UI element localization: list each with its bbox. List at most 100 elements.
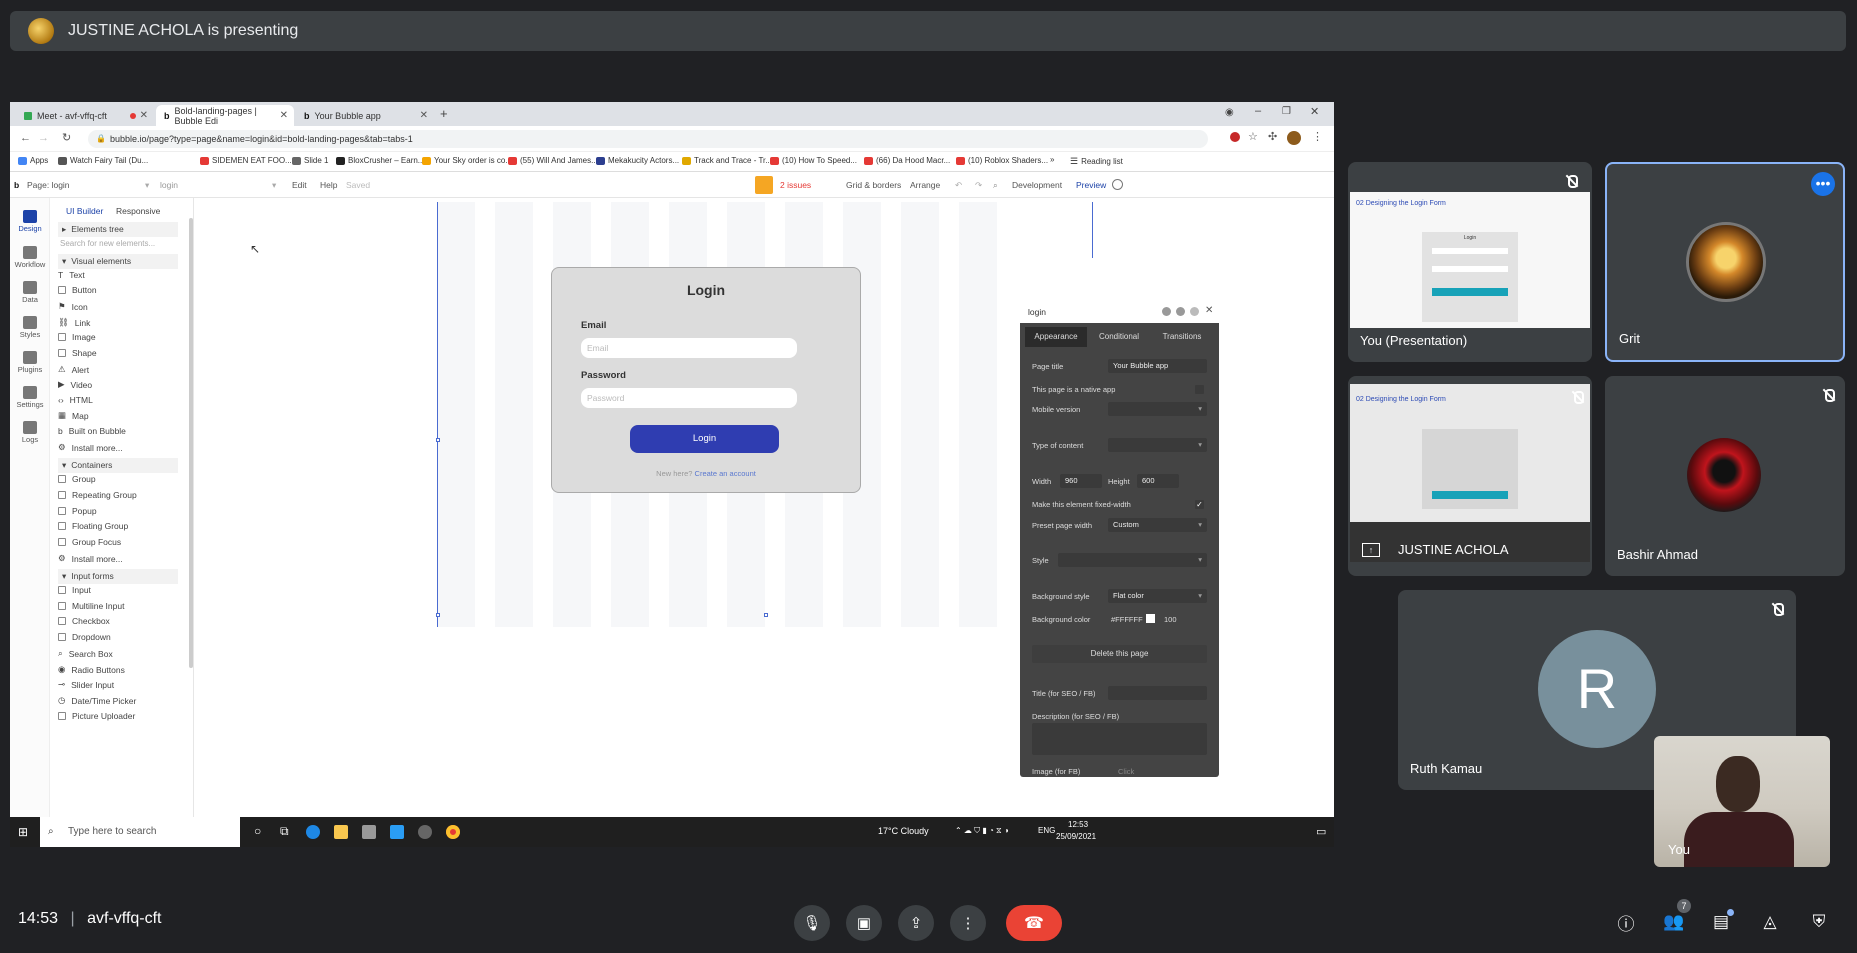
close-icon[interactable]: ✕ [140, 110, 148, 121]
microphone-button[interactable]: 🎙 [794, 905, 830, 941]
preset-width-dropdown[interactable]: Custom ▾ [1108, 518, 1207, 532]
bookmark-item[interactable]: (55) Will And James... [508, 156, 598, 165]
palette-item-install-more[interactable]: ⚙ Install more... [58, 442, 123, 453]
palette-item-slider-input[interactable]: ⊸ Slider Input [58, 679, 114, 690]
image-fb-upload[interactable]: Click [1118, 767, 1134, 776]
more-options-button[interactable]: ⋮ [950, 905, 986, 941]
palette-item-input[interactable]: Input [58, 585, 91, 595]
palette-item-link[interactable]: ⛓ Link [58, 317, 90, 328]
tab-responsive[interactable]: Responsive [116, 206, 160, 216]
bookmark-item[interactable]: BloxCrusher – Earn... [336, 156, 424, 165]
palette-item-dropdown[interactable]: Dropdown [58, 632, 111, 642]
tab-ui-builder[interactable]: UI Builder [66, 206, 103, 216]
containers-section[interactable]: ▾ Containers [58, 458, 178, 473]
tool-workflow[interactable]: Workflow [10, 246, 50, 269]
close-icon[interactable]: ✕ [280, 110, 288, 121]
palette-item-image[interactable]: Image [58, 332, 96, 342]
redo-icon[interactable]: ↷ [975, 180, 982, 191]
bookmark-item[interactable]: Track and Trace - Tr... [682, 156, 772, 165]
palette-item-group-focus[interactable]: Group Focus [58, 537, 121, 547]
end-call-button[interactable]: ☎ [1006, 905, 1062, 941]
palette-item-floating-group[interactable]: Floating Group [58, 521, 128, 531]
bookmark-item[interactable]: Mekakucity Actors... [596, 156, 679, 165]
input-forms-section[interactable]: ▾ Input forms [58, 569, 178, 584]
language-indicator[interactable]: ENG [1038, 826, 1055, 835]
cortana-icon[interactable]: ○ [254, 824, 261, 838]
participant-tile-justine[interactable]: 02 Designing the Login Form ↑ JUSTINE AC… [1348, 376, 1592, 576]
back-icon[interactable]: ← [20, 132, 31, 144]
restore-icon[interactable]: ❐ [1282, 106, 1291, 117]
login-button[interactable]: Login [630, 425, 779, 453]
width-input[interactable]: 960 [1060, 474, 1102, 488]
menu-help[interactable]: Help [320, 180, 337, 190]
extension-icon[interactable] [1230, 132, 1240, 142]
palette-item-video[interactable]: ▶ Video [58, 379, 92, 390]
reading-list[interactable]: ☰ Reading list [1070, 156, 1123, 167]
puzzle-icon[interactable]: ✣ [1268, 130, 1277, 143]
type-of-content-dropdown[interactable]: ▾ [1108, 438, 1207, 452]
undo-icon[interactable]: ↶ [955, 180, 962, 191]
menu-icon[interactable]: ⋮ [1312, 130, 1323, 143]
palette-item-picture-uploader[interactable]: Picture Uploader [58, 711, 135, 721]
browser-tab-bubble-editor[interactable]: b Bold-landing-pages | Bubble Edi ✕ [156, 105, 294, 126]
login-card[interactable]: Login Email Email Password Password Logi… [551, 267, 861, 493]
height-input[interactable]: 600 [1137, 474, 1179, 488]
palette-item-group[interactable]: Group [58, 474, 96, 484]
system-tray-icons[interactable]: ⌃ ☁ ⛉ ▮ ◔ ⧖ ◑ [955, 826, 1009, 836]
palette-item-checkbox[interactable]: Checkbox [58, 616, 110, 626]
file-explorer-icon[interactable] [334, 825, 348, 839]
self-view-tile[interactable]: You [1654, 736, 1830, 867]
palette-item-alert[interactable]: ⚠ Alert [58, 364, 89, 375]
activities-button[interactable]: ◬ [1756, 908, 1784, 936]
mobile-version-dropdown[interactable]: ▾ [1108, 402, 1207, 416]
menu-edit[interactable]: Edit [292, 180, 307, 190]
more-options-icon[interactable]: ••• [1811, 172, 1835, 196]
arrange-menu[interactable]: Arrange [910, 180, 940, 190]
tool-data[interactable]: Data [10, 281, 50, 304]
weather-widget[interactable]: 17°C Cloudy [878, 826, 929, 836]
background-color-value[interactable]: #FFFFFF [1111, 615, 1143, 624]
tool-logs[interactable]: Logs [10, 421, 50, 444]
notifications-icon[interactable]: ▭ [1316, 825, 1326, 838]
settings-icon[interactable] [418, 825, 432, 839]
grid-borders-menu[interactable]: Grid & borders [846, 180, 901, 190]
palette-item-text[interactable]: T Text [58, 270, 85, 280]
seo-title-input[interactable] [1108, 686, 1207, 700]
color-swatch[interactable] [1146, 614, 1155, 623]
palette-item-built-on-bubble[interactable]: b Built on Bubble [58, 426, 126, 436]
forward-icon[interactable]: → [38, 132, 49, 144]
tab-transitions[interactable]: Transitions [1151, 327, 1213, 347]
meeting-details-button[interactable]: ⓘ [1612, 908, 1640, 936]
background-style-dropdown[interactable]: Flat color ▾ [1108, 589, 1207, 603]
palette-item-radio-buttons[interactable]: ◉ Radio Buttons [58, 664, 125, 675]
participant-tile-bashir[interactable]: Bashir Ahmad [1605, 376, 1845, 576]
new-tab-button[interactable]: + [440, 106, 448, 121]
clock-time[interactable]: 12:53 [1068, 820, 1088, 829]
app-l-icon[interactable] [390, 825, 404, 839]
clock-date[interactable]: 25/09/2021 [1056, 832, 1096, 841]
close-icon[interactable]: ✕ [1205, 305, 1213, 316]
palette-item-icon[interactable]: ⚑ Icon [58, 301, 88, 312]
participant-tile-you-presentation[interactable]: 02 Designing the Login Form Login You (P… [1348, 162, 1592, 362]
create-account-link[interactable]: Create an account [695, 469, 756, 478]
seo-description-input[interactable] [1032, 723, 1207, 755]
close-icon[interactable]: ✕ [420, 110, 428, 121]
palette-item-button[interactable]: Button [58, 285, 97, 295]
palette-item-map[interactable]: ▦ Map [58, 410, 89, 421]
bookmark-item[interactable]: Watch Fairy Tail (Du... [58, 156, 148, 165]
fixed-width-checkbox[interactable]: ✓ [1195, 500, 1204, 509]
profile-avatar[interactable] [1287, 131, 1301, 145]
page-select[interactable]: Page: login [27, 180, 70, 190]
resize-handle[interactable] [436, 613, 440, 617]
camera-button[interactable]: ▣ [846, 905, 882, 941]
bookmark-item[interactable]: Your Sky order is co... [422, 156, 512, 165]
page-title-input[interactable]: Your Bubble app [1108, 359, 1207, 373]
style-dropdown[interactable]: ▾ [1058, 553, 1207, 567]
element-search-input[interactable]: Search for new elements... [60, 239, 155, 248]
preview-button[interactable]: Preview [1076, 180, 1106, 190]
task-view-icon[interactable]: ⧉ [280, 824, 289, 839]
native-app-checkbox[interactable] [1195, 385, 1204, 394]
palette-item-popup[interactable]: Popup [58, 506, 97, 516]
minimize-icon[interactable]: – [1255, 105, 1261, 117]
elements-tree-toggle[interactable]: ▸ Elements tree [58, 222, 178, 237]
